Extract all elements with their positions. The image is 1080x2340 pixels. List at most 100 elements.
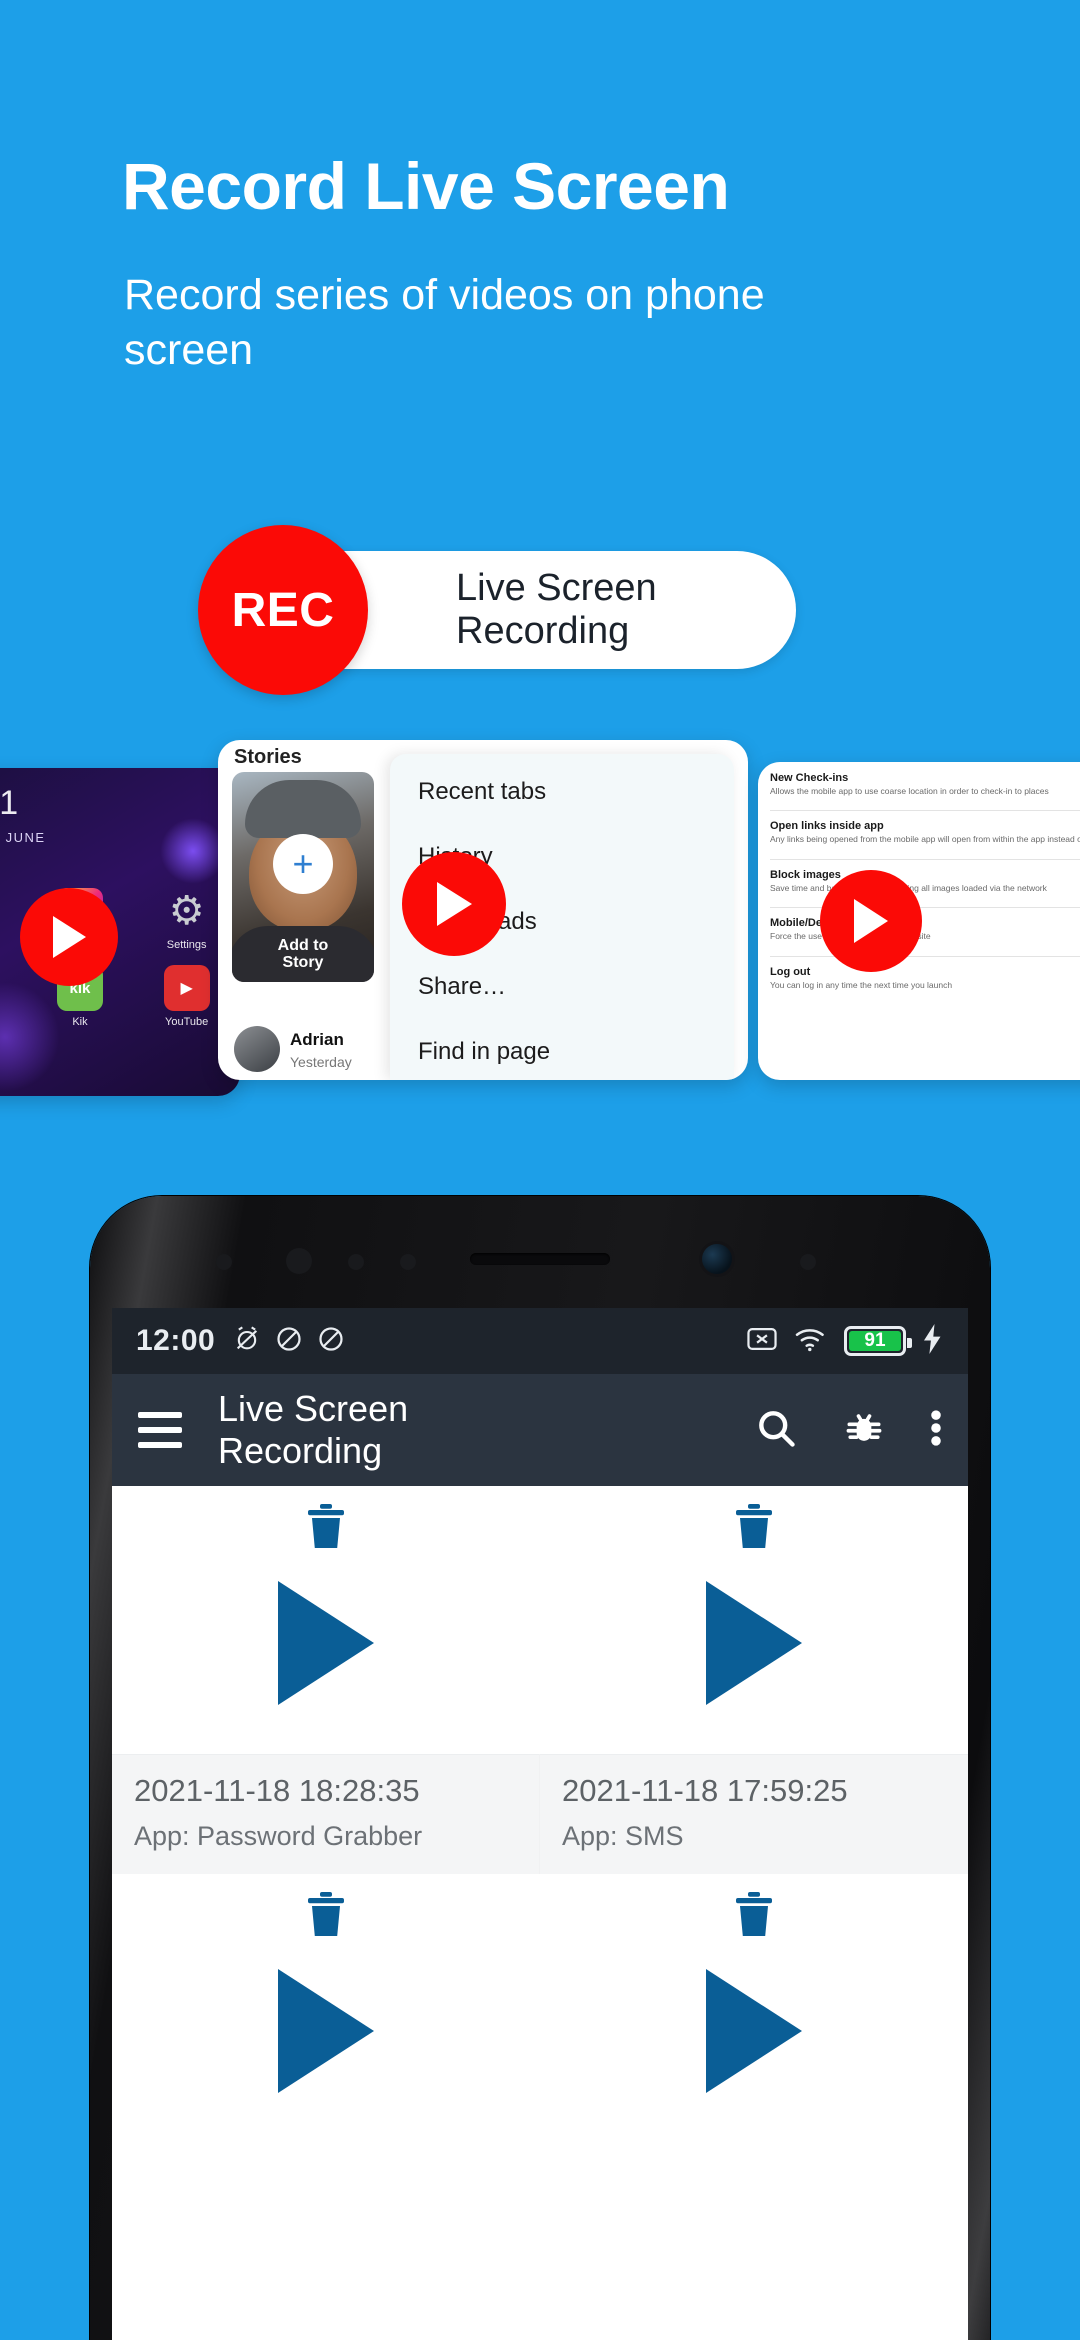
recording-item[interactable] <box>112 1874 540 2142</box>
recording-meta: 2021-11-18 17:59:25 App: SMS <box>540 1754 968 1874</box>
settings-row-desc: Allows the mobile app to use coarse loca… <box>770 786 1049 796</box>
home-app-label: Kik <box>72 1016 88 1028</box>
settings-row-title: Open links inside app <box>770 820 884 833</box>
story-thumbnail[interactable]: + Add to Story <box>232 772 374 982</box>
settings-row[interactable]: Open links inside app Any links being op… <box>770 820 1080 845</box>
recording-thumbnail[interactable] <box>540 1874 968 2142</box>
trash-icon[interactable] <box>304 1502 348 1555</box>
page-title: Record Live Screen <box>122 149 730 223</box>
front-camera-icon <box>702 1244 732 1274</box>
recording-timestamp: 2021-11-18 17:59:25 <box>562 1773 848 1808</box>
rec-pill-label: Live Screen Recording <box>456 567 657 652</box>
recording-item[interactable]: 2021-11-18 17:59:25 App: SMS <box>540 1486 968 1874</box>
collage-card-social: Stories + Add to Story Adrian Yesterday … <box>218 740 748 1080</box>
menu-item-recent-tabs[interactable]: Recent tabs <box>418 778 734 806</box>
settings-row-title: Mobile/Desktop site <box>770 917 873 930</box>
rec-pill[interactable]: REC Live Screen Recording <box>198 525 796 695</box>
recordings-list: 2021-11-18 18:28:35 App: Password Grabbe… <box>112 1486 968 2142</box>
home-clock: 1:21 <box>0 784 21 822</box>
trash-icon[interactable] <box>732 1502 776 1555</box>
sensor-dot <box>800 1254 816 1270</box>
menu-item-find-in-page[interactable]: Find in page <box>418 1038 734 1066</box>
more-vertical-icon[interactable] <box>930 1406 942 1455</box>
recording-app: App: Password Grabber <box>134 1821 423 1851</box>
home-app-people[interactable]: ☺ People <box>0 965 27 1028</box>
play-overlay-right[interactable] <box>820 870 922 972</box>
story-hat <box>245 780 361 838</box>
divider <box>770 955 1080 957</box>
bug-icon[interactable] <box>842 1406 886 1455</box>
recording-thumbnail[interactable] <box>540 1486 968 1754</box>
hamburger-menu-icon[interactable] <box>138 1412 182 1448</box>
home-date: SUN 22 JUNE <box>0 830 46 845</box>
phone-screen: 12:00 91 Live Screen Recording 2021-11-1… <box>112 1308 968 2340</box>
recording-thumbnail[interactable] <box>112 1486 540 1754</box>
settings-row-title: New Check-ins <box>770 772 849 784</box>
collage-card-home-screen: 1:21 SUN 22 JUNE f Facebook ◎ Instagram … <box>0 768 240 1096</box>
battery-icon: 91 <box>844 1326 912 1356</box>
rec-badge-label: REC <box>231 583 335 637</box>
status-left-icons <box>233 1325 345 1358</box>
app-bar-actions <box>754 1406 942 1455</box>
settings-row-desc: Save time and bandwidth by preventing al… <box>770 882 1047 893</box>
recording-thumbnail[interactable] <box>112 1874 540 2142</box>
add-to-story-line1: Add to <box>277 936 329 954</box>
sensor-dot <box>348 1254 364 1270</box>
alarm-off-icon <box>233 1325 261 1358</box>
trash-icon[interactable] <box>732 1890 776 1943</box>
recording-item[interactable]: 2021-11-18 18:28:35 App: Password Grabbe… <box>112 1486 540 1874</box>
recording-meta: 2021-11-18 18:28:35 App: Password Grabbe… <box>112 1754 540 1874</box>
avatar <box>234 1026 280 1072</box>
play-icon[interactable] <box>278 1969 374 2093</box>
settings-row[interactable]: Mobile/Desktop site Force the use of the… <box>770 917 1080 942</box>
settings-row[interactable]: Block images Save time and bandwidth by … <box>770 869 1080 894</box>
rec-badge[interactable]: REC <box>198 525 368 695</box>
collage-card-settings: New Check-ins Allows the mobile app to u… <box>758 762 1080 1080</box>
play-icon[interactable] <box>706 1969 802 2093</box>
stories-header: Stories <box>234 746 302 768</box>
settings-row-desc: You can log in any time the next time yo… <box>770 979 953 990</box>
play-icon <box>436 882 472 926</box>
status-right-icons: 91 <box>746 1323 944 1359</box>
divider <box>770 907 1080 909</box>
screenshot-collage: 1:21 SUN 22 JUNE f Facebook ◎ Instagram … <box>0 740 1080 1120</box>
home-app-label: YouTube <box>165 1016 209 1028</box>
play-overlay-left[interactable] <box>20 888 118 986</box>
sensor-dot <box>400 1254 416 1270</box>
wallpaper-glow <box>160 818 226 884</box>
status-clock: 12:00 <box>136 1324 216 1357</box>
recording-app: App: SMS <box>562 1821 684 1851</box>
settings-row-desc: Force the use of the mobile or desktop s… <box>770 931 931 942</box>
charging-bolt-icon <box>922 1323 944 1359</box>
contact-subtitle: Yesterday <box>290 1054 352 1070</box>
play-icon[interactable] <box>278 1581 374 1705</box>
settings-row-title: Block images <box>770 868 841 881</box>
play-icon[interactable] <box>706 1581 802 1705</box>
battery-level: 91 <box>864 1330 886 1351</box>
search-icon[interactable] <box>754 1406 798 1455</box>
phone-mockup: 12:00 91 Live Screen Recording 2021-11-1… <box>90 1196 990 2340</box>
settings-row[interactable]: New Check-ins Allows the mobile app to u… <box>770 772 1080 797</box>
app-bar: Live Screen Recording <box>112 1374 968 1486</box>
sensor-dot <box>216 1254 232 1270</box>
recording-timestamp: 2021-11-18 18:28:35 <box>134 1773 420 1808</box>
menu-item-share[interactable]: Share… <box>418 973 734 1001</box>
youtube-icon: ▶ <box>163 965 210 1011</box>
contact-name: Adrian <box>290 1030 344 1049</box>
page-subtitle: Record series of videos on phone screen <box>124 271 765 375</box>
settings-gear-icon: ⚙ <box>168 889 205 933</box>
add-to-story-line2: Story <box>282 954 324 972</box>
recording-item[interactable] <box>540 1874 968 2142</box>
settings-row-desc: Any links being opened from the mobile a… <box>770 834 1080 845</box>
sim-missing-icon <box>746 1325 778 1358</box>
plus-icon[interactable]: + <box>273 834 333 895</box>
trash-icon[interactable] <box>304 1890 348 1943</box>
app-bar-title: Live Screen Recording <box>218 1387 409 1471</box>
earpiece-speaker <box>470 1253 610 1265</box>
play-overlay-middle[interactable] <box>402 852 506 956</box>
play-icon <box>52 916 86 958</box>
recordings-row <box>112 1874 968 2142</box>
recordings-row: 2021-11-18 18:28:35 App: Password Grabbe… <box>112 1486 968 1874</box>
divider <box>770 858 1080 860</box>
settings-row[interactable]: Log out You can log in any time the next… <box>770 966 1080 991</box>
